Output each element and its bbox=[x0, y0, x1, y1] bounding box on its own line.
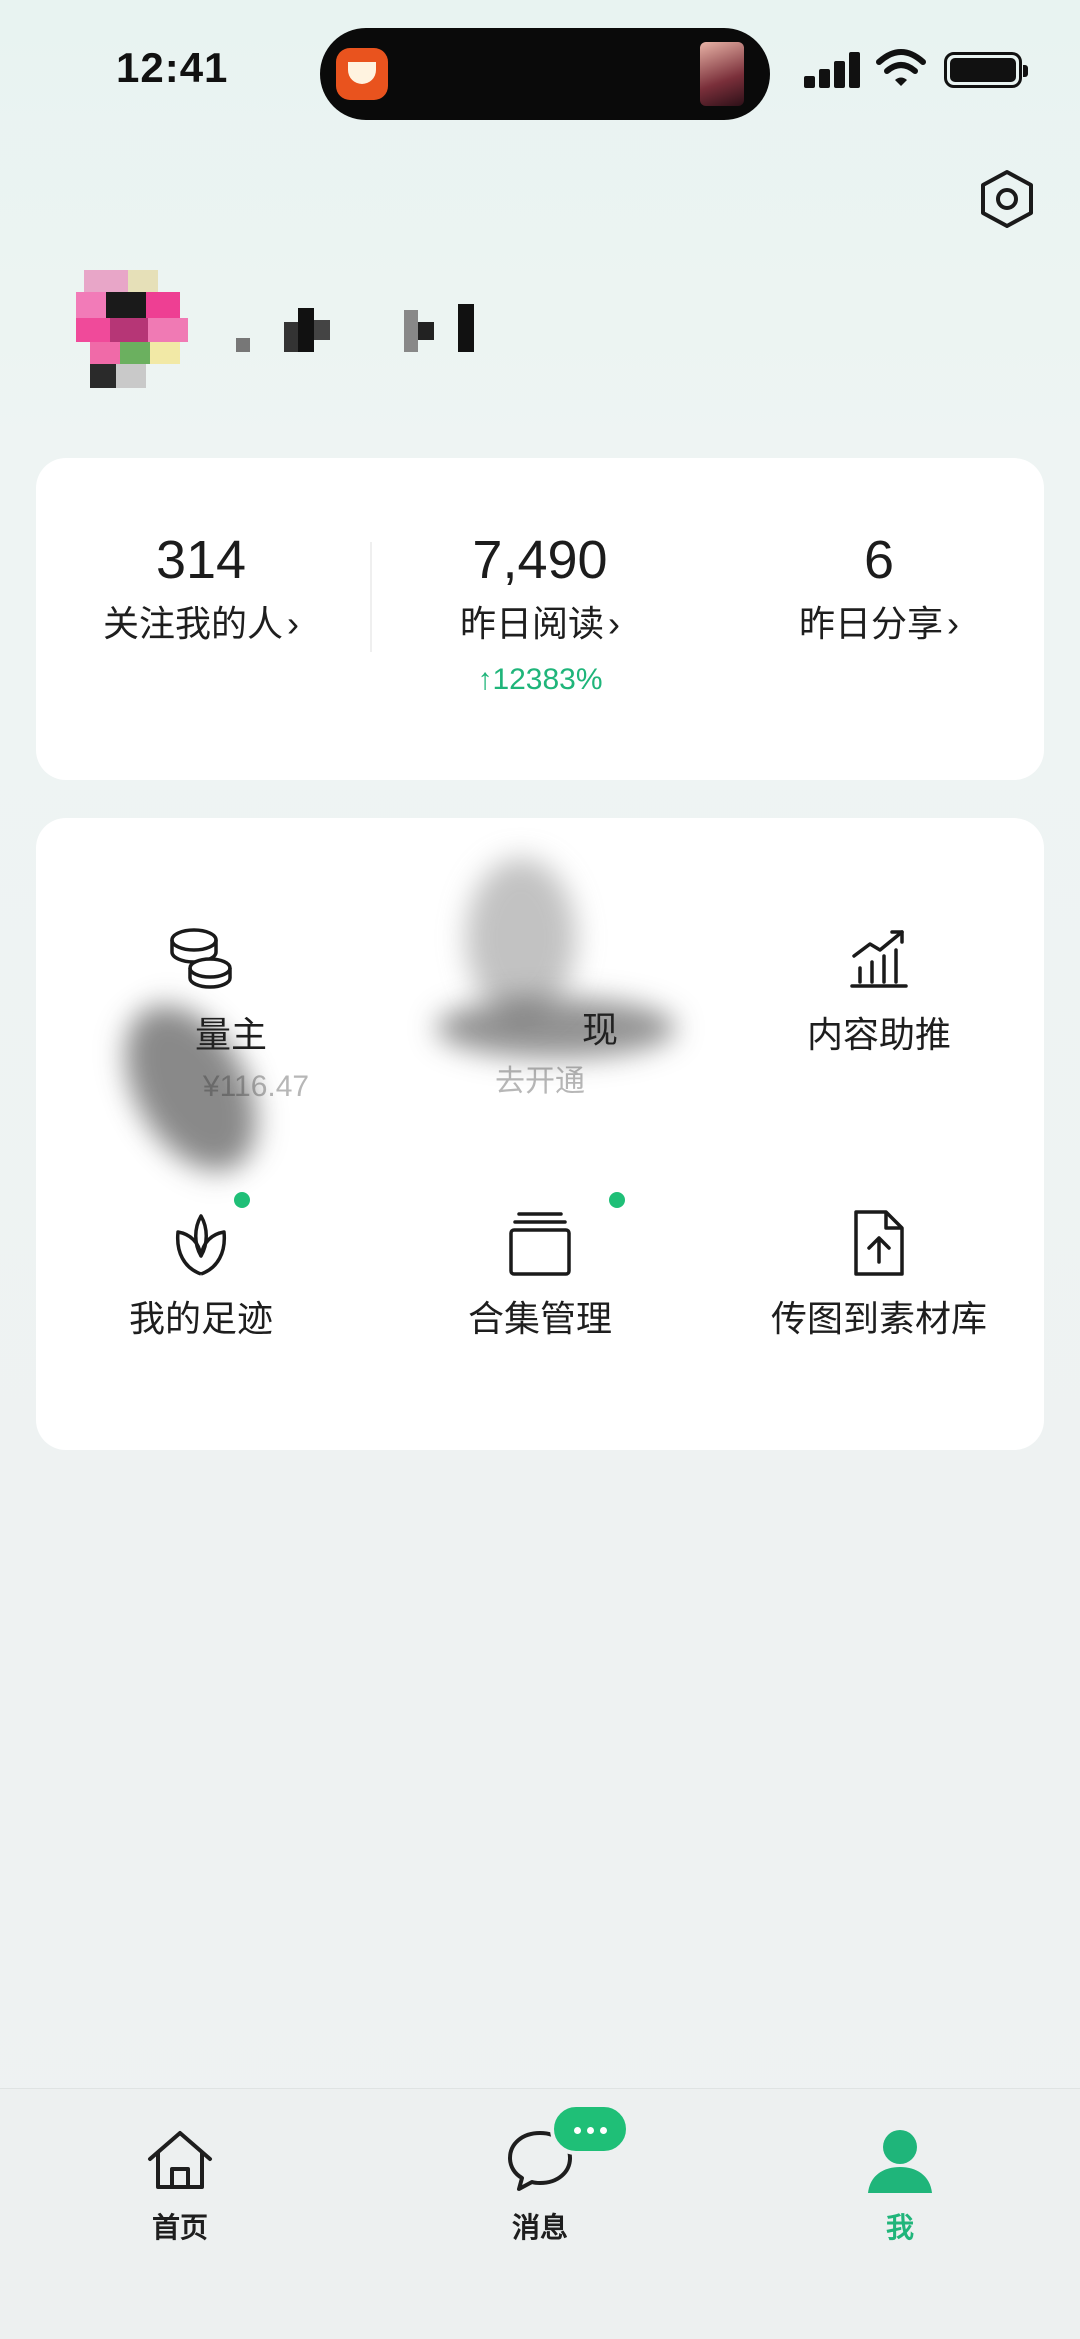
tab-home[interactable]: 首页 bbox=[80, 2125, 280, 2246]
stacked-folders-icon bbox=[509, 1212, 571, 1276]
sprout-icon bbox=[175, 1214, 227, 1276]
bar-chart-trend-icon bbox=[850, 930, 908, 988]
tool-sub: 去开通 bbox=[495, 1065, 585, 1098]
stat-value: 7,490 bbox=[472, 530, 608, 590]
tab-me[interactable]: 我 bbox=[800, 2125, 1000, 2246]
stat-yesterday-shares[interactable]: 6 昨日分享 › bbox=[714, 528, 1044, 646]
stat-label: 关注我的人 bbox=[102, 603, 283, 644]
chevron-right-icon: › bbox=[287, 603, 299, 644]
stats-card: 314 关注我的人 › 7,490 昨日阅读 › ↑12383% 6 昨日分享 › bbox=[36, 458, 1044, 780]
tab-label: 消息 bbox=[511, 2212, 568, 2243]
privacy-smudge bbox=[436, 998, 676, 1058]
stat-value: 6 bbox=[863, 530, 895, 590]
coins-icon bbox=[170, 928, 232, 989]
battery-icon bbox=[944, 52, 1028, 88]
stat-growth: ↑12383% bbox=[477, 663, 603, 696]
tool-upload-to-library[interactable]: 传图到素材库 bbox=[714, 1208, 1044, 1343]
wifi-icon bbox=[876, 49, 926, 86]
username-pixelated bbox=[232, 300, 482, 356]
reading-app-icon bbox=[336, 48, 388, 100]
settings-hexagon-icon[interactable] bbox=[978, 168, 1036, 230]
tools-card: 量主 ¥116.47 现 去开通 内容助推 我的足迹 bbox=[36, 818, 1044, 1450]
tool-label: 我的足迹 bbox=[128, 1298, 273, 1339]
tool-content-boost[interactable]: 内容助推 bbox=[714, 924, 1044, 1059]
tool-label: 合集管理 bbox=[467, 1298, 612, 1339]
status-time: 12:41 bbox=[116, 44, 229, 91]
notification-dot bbox=[234, 1192, 250, 1208]
message-badge bbox=[550, 2103, 630, 2155]
chevron-right-icon: › bbox=[608, 603, 620, 644]
book-cover-thumbnail bbox=[700, 42, 744, 106]
divider bbox=[370, 542, 372, 652]
home-icon bbox=[148, 2131, 212, 2189]
stat-value: 314 bbox=[155, 530, 247, 590]
person-icon bbox=[868, 2130, 932, 2193]
bottom-tab-bar: 首页 消息 我 bbox=[0, 2088, 1080, 2339]
tool-label: 传图到素材库 bbox=[770, 1298, 987, 1339]
cellular-signal-icon bbox=[804, 52, 862, 88]
chevron-right-icon: › bbox=[947, 603, 959, 644]
dynamic-island bbox=[320, 28, 770, 120]
privacy-smudge bbox=[466, 858, 576, 1018]
stat-yesterday-reads[interactable]: 7,490 昨日阅读 › ↑12383% bbox=[375, 528, 705, 698]
file-upload-icon bbox=[854, 1210, 904, 1276]
tab-label: 我 bbox=[885, 2212, 914, 2243]
stat-label: 昨日阅读 bbox=[459, 603, 604, 644]
tool-collection-manage[interactable]: 合集管理 bbox=[375, 1192, 705, 1343]
tab-label: 首页 bbox=[151, 2212, 208, 2243]
notification-dot bbox=[609, 1192, 625, 1208]
stat-followers[interactable]: 314 关注我的人 › bbox=[36, 528, 366, 646]
stat-label: 昨日分享 bbox=[798, 603, 943, 644]
tool-my-footprints[interactable]: 我的足迹 bbox=[36, 1192, 366, 1343]
avatar[interactable] bbox=[76, 270, 188, 388]
status-bar: 12:41 bbox=[0, 0, 1080, 150]
tool-label: 内容助推 bbox=[806, 1014, 951, 1055]
